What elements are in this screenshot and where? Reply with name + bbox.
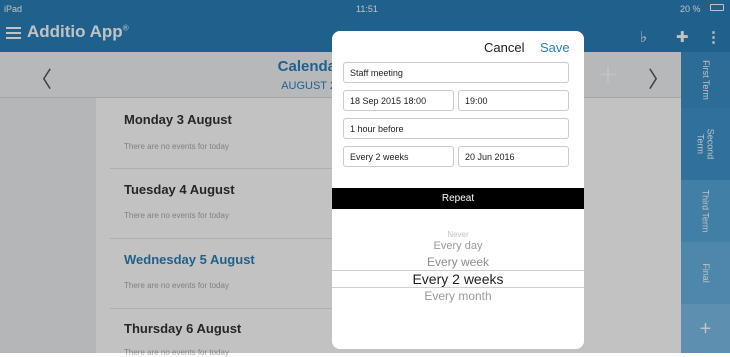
event-title-field[interactable]: Staff meeting (343, 62, 569, 83)
save-button[interactable]: Save (540, 40, 570, 55)
end-time-field[interactable]: 19:00 (458, 90, 569, 111)
repeat-picker-header: Repeat (332, 188, 584, 209)
repeat-field[interactable]: Every 2 weeks (343, 146, 454, 167)
repeat-until-field[interactable]: 20 Jun 2016 (458, 146, 569, 167)
picker-option-every-week[interactable]: Every week (332, 255, 584, 269)
start-datetime-field[interactable]: 18 Sep 2015 18:00 (343, 90, 454, 111)
event-editor-modal: Cancel Save Staff meeting 18 Sep 2015 18… (332, 31, 584, 349)
picker-option-every-2-weeks[interactable]: Every 2 weeks (332, 271, 584, 287)
picker-option-every-day[interactable]: Every day (332, 240, 584, 252)
picker-option-never[interactable]: Never (332, 230, 584, 239)
picker-selection-line (332, 287, 584, 288)
picker-option-every-month[interactable]: Every month (332, 289, 584, 303)
reminder-field[interactable]: 1 hour before (343, 118, 569, 139)
cancel-button[interactable]: Cancel (484, 40, 524, 55)
